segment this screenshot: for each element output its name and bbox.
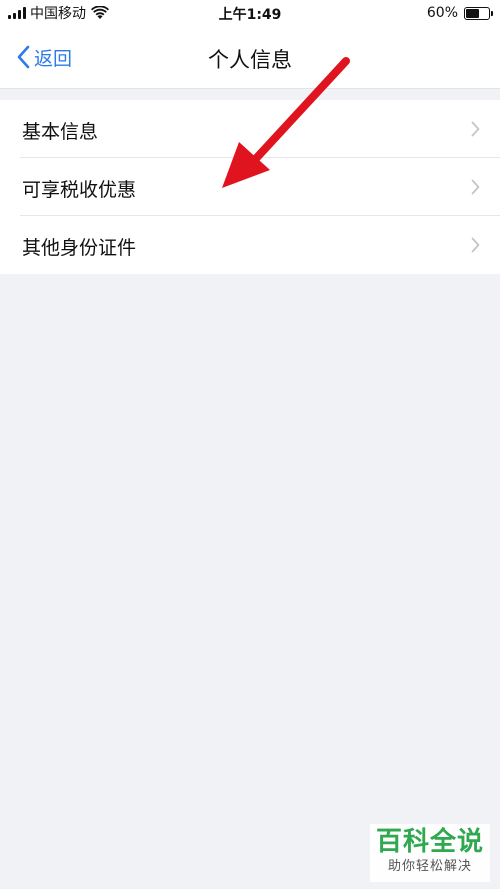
watermark-logo: 百科全说 助你轻松解决 <box>370 824 490 882</box>
chevron-right-icon <box>471 179 480 195</box>
list-item-basic-info[interactable]: 基本信息 <box>0 100 500 158</box>
battery-icon <box>464 6 493 20</box>
status-bar: 中国移动 上午1:49 60% <box>0 0 500 26</box>
settings-list: 基本信息 可享税收优惠 其他身份证件 <box>0 100 500 274</box>
battery-percent: 60% <box>426 5 458 21</box>
list-item-label: 基本信息 <box>22 121 99 143</box>
list-item-other-id-documents[interactable]: 其他身份证件 <box>0 216 500 274</box>
chevron-right-icon <box>471 237 480 253</box>
list-item-label: 其他身份证件 <box>22 237 137 259</box>
list-item-label: 可享税收优惠 <box>22 179 137 201</box>
page-title: 个人信息 <box>208 48 292 72</box>
watermark-title: 百科全说 <box>375 827 484 857</box>
navigation-bar: 返回 个人信息 <box>0 26 500 89</box>
battery-level <box>466 8 480 18</box>
battery-cap <box>491 10 493 16</box>
watermark-subtitle: 助你轻松解决 <box>387 859 472 874</box>
status-right: 60% <box>426 4 493 22</box>
list-item-tax-benefits[interactable]: 可享税收优惠 <box>0 158 500 216</box>
chevron-right-icon <box>471 121 480 137</box>
status-time: 上午1:49 <box>218 7 282 23</box>
